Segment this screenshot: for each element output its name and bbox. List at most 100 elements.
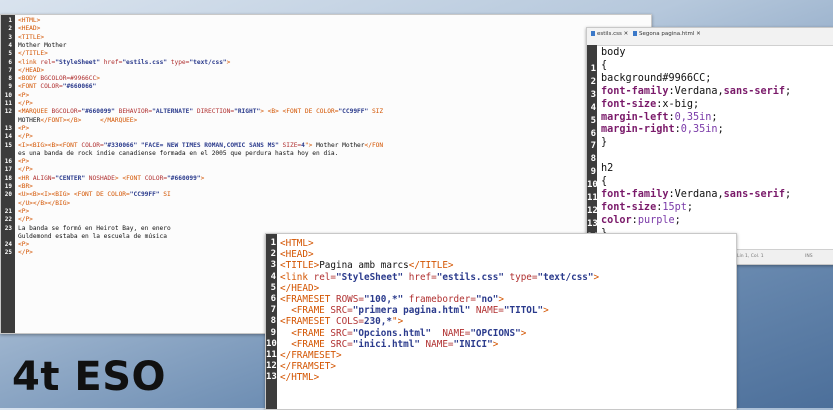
code-line[interactable]: <HR ALIGN="CENTER" NOSHADE> <FONT COLOR=… — [18, 175, 204, 182]
code-line[interactable]: <FONT COLOR="#660066" — [18, 83, 96, 90]
code-line[interactable]: font-size:15pt; — [601, 202, 693, 213]
code-line[interactable]: Mother Mother — [18, 42, 66, 49]
code-line[interactable]: margin-left:0,35in; — [601, 112, 718, 123]
code-line[interactable]: <BR> — [18, 183, 33, 190]
code-line[interactable]: <I><BIG><B><FONT COLOR="#330066" "FACE= … — [18, 142, 383, 149]
close-icon[interactable]: ✕ — [696, 31, 701, 37]
file-icon — [591, 31, 595, 36]
line-number: 12 — [266, 361, 277, 372]
code-line[interactable]: </HEAD> — [18, 67, 44, 74]
code-line[interactable]: </P> — [18, 166, 33, 173]
code-line[interactable]: <HTML> — [18, 17, 40, 24]
line-number: 16 — [4, 158, 12, 166]
frameset-editor-window[interactable]: 1 2 3 4 5 6 7 8 9 10 11 12 13 <HTML> <HEAD> <TITLE>Pag… — [265, 233, 737, 410]
code-line[interactable]: <P> — [18, 241, 29, 248]
line-number: 23 — [4, 224, 12, 232]
line-number: 11 — [4, 100, 12, 107]
code-line[interactable]: Guldemond estaba en la escuela de música — [18, 233, 167, 240]
line-number: 17 — [4, 166, 12, 174]
code-line[interactable]: </FRAMSET> — [280, 361, 336, 372]
code-line[interactable]: font-size:x-big; — [601, 99, 699, 110]
code-line[interactable]: } — [601, 137, 607, 148]
code-line[interactable]: <link rel="StyleSheet" href="estils.css"… — [280, 272, 599, 283]
code-line[interactable]: <HTML> — [280, 238, 314, 249]
tab-estils-css[interactable]: estils.css ✕ — [591, 31, 628, 37]
css-editor-window[interactable]: estils.css ✕ Segona pagina.html ✕ 123456… — [586, 27, 833, 265]
line-number: 5 — [590, 115, 596, 126]
code-line[interactable]: <FRAMESET ROWS="100,*" frameborder="no"> — [280, 294, 504, 305]
line-number: 8 — [8, 75, 12, 83]
close-icon[interactable]: ✕ — [624, 31, 629, 37]
code-line[interactable]: </FRAMESET> — [280, 350, 342, 361]
line-number: 2 — [8, 25, 12, 33]
code-line[interactable]: <U><B><I><BIG> <FONT DE COLOR="CC99FF" S… — [18, 191, 171, 198]
line-number: 8 — [270, 316, 276, 327]
code-line[interactable]: </P> — [18, 133, 33, 140]
code-line[interactable]: </P> — [18, 249, 33, 256]
code-line[interactable]: <FRAMESET COLS=230,*"> — [280, 316, 403, 327]
code-line[interactable]: es una banda de rock indie canadiense fo… — [18, 150, 338, 157]
line-number: 1 — [270, 238, 276, 248]
code-line[interactable]: <TITLE> — [18, 34, 44, 41]
line-number: 1 — [590, 64, 596, 74]
code-line[interactable]: font-family:Verdana,sans-serif; — [601, 86, 791, 97]
line-number: 9 — [8, 83, 12, 91]
code-line[interactable]: <BODY BGCOLOR=#9966CC> — [18, 75, 100, 82]
code-line[interactable]: color:purple; — [601, 215, 681, 226]
line-number: 10 — [4, 91, 12, 99]
line-number: 1 — [8, 17, 12, 24]
line-number: 3 — [270, 260, 276, 271]
code-line[interactable]: <FRAME SRC="inici.html" NAME="INICI"> — [280, 339, 498, 350]
line-number: 21 — [4, 207, 12, 215]
code-line[interactable]: La banda se formó en Heirot Bay, en ener… — [18, 225, 171, 232]
code-line[interactable]: h2 — [601, 163, 613, 174]
line-number: 10 — [587, 180, 598, 191]
code-line[interactable]: </HTML> — [280, 372, 319, 383]
line-number: 11 — [266, 350, 277, 360]
line-number: 22 — [4, 216, 12, 224]
page-heading: 4t ESO — [12, 354, 167, 400]
line-number: 7 — [590, 141, 596, 152]
code-line[interactable]: { — [601, 60, 607, 71]
line-number: 6 — [270, 294, 276, 304]
code-line[interactable]: </TITLE> — [18, 50, 48, 57]
code-line[interactable]: body — [601, 47, 626, 58]
tab-bar: estils.css ✕ Segona pagina.html ✕ — [587, 28, 833, 46]
line-number-gutter: 1 2 3 4 5 6 7 8 9 10 11 12 13 — [266, 234, 277, 409]
code-line[interactable]: </P> — [18, 216, 33, 223]
code-line[interactable]: <TITLE>Pagina amb marcs</TITLE> — [280, 260, 454, 271]
line-number: 13 — [266, 372, 277, 383]
code-line[interactable]: <FRAME SRC="primera pagina.html" NAME="T… — [280, 305, 549, 316]
code-line[interactable]: </U></B></BIG> — [18, 200, 70, 207]
code-line[interactable]: <HEAD> — [280, 249, 314, 260]
line-number: 11 — [587, 193, 598, 203]
line-number: 13 — [587, 218, 598, 229]
code-line[interactable]: background#9966CC; — [601, 73, 711, 84]
line-number: 12 — [587, 205, 598, 216]
code-line[interactable]: <P> — [18, 208, 29, 215]
code-line[interactable]: <P> — [18, 158, 29, 165]
line-number-gutter: 12345678910111213141516 — [587, 45, 598, 264]
code-line[interactable]: <HEAD> — [18, 25, 40, 32]
tab-segona-pagina[interactable]: Segona pagina.html ✕ — [633, 31, 701, 37]
code-line[interactable]: <MARQUEE BGCOLOR="#660099" BEHAVIOR="ALT… — [18, 108, 383, 115]
line-number: 25 — [4, 249, 12, 257]
code-line[interactable]: { — [601, 176, 607, 187]
line-number: 7 — [8, 66, 12, 74]
code-line[interactable]: font-family:Verdana,sans-serif; — [601, 189, 791, 200]
code-line[interactable]: <P> — [18, 125, 29, 132]
code-line[interactable]: <link rel="StyleSheet" href="estils.css"… — [18, 59, 230, 66]
code-line[interactable]: <FRAME SRC="Opcions.html" NAME="OPCIONS"… — [280, 328, 526, 339]
code-line[interactable]: MOTHER</FONT></B> </MARQUEE> — [18, 117, 137, 124]
line-number: 2 — [270, 249, 276, 260]
line-number: 4 — [8, 41, 12, 49]
code-line[interactable]: </P> — [18, 100, 33, 107]
code-line[interactable]: margin-right:0,35in; — [601, 124, 724, 135]
code-line[interactable]: <P> — [18, 92, 29, 99]
line-number: 6 — [8, 58, 12, 66]
line-number: 14 — [4, 133, 12, 141]
line-number: 7 — [270, 305, 276, 316]
code-line[interactable]: </HEAD> — [280, 283, 319, 294]
line-number: 13 — [4, 124, 12, 132]
line-number: 5 — [8, 50, 12, 58]
